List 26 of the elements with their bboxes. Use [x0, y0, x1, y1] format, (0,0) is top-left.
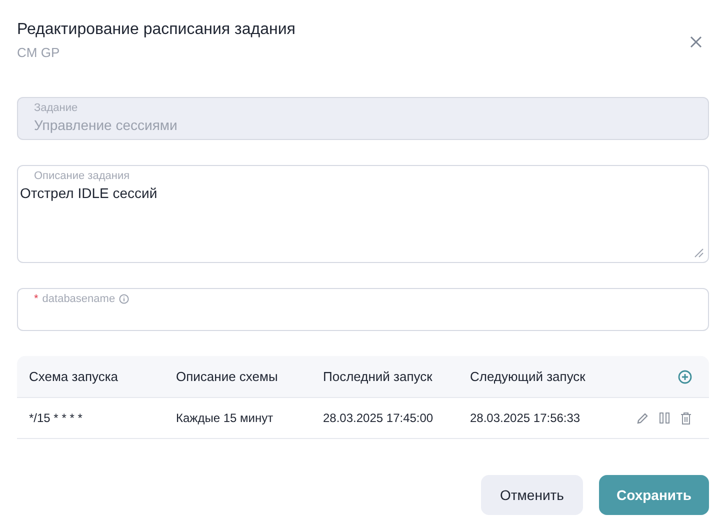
trash-icon[interactable]	[680, 412, 692, 424]
table-cell-text: 28.03.2025 17:56:33	[469, 411, 582, 425]
save-button[interactable]: Сохранить	[599, 475, 709, 515]
column-header: Описание схемы	[175, 369, 279, 384]
field-value: Отстрел IDLE сессий	[20, 185, 158, 201]
field-label: Задание	[34, 102, 78, 114]
field-label: Описание задания	[34, 170, 130, 182]
table-cell-text: */15 * * * *	[28, 411, 84, 425]
table-cell-text: 28.03.2025 17:45:00	[322, 411, 434, 425]
table-cell-text: Каждые 15 минут	[175, 411, 274, 425]
cancel-button[interactable]: Отменить	[481, 475, 583, 515]
field-value: Управление сессиями	[34, 117, 178, 133]
input-field[interactable]: * databasename	[17, 288, 709, 331]
required-mark: *	[34, 293, 38, 305]
column-header: Схема запуска	[28, 369, 120, 384]
column-header: Последний запуск	[322, 369, 434, 384]
column-header: Следующий запуск	[469, 369, 586, 384]
text-area[interactable]: Описание задания Отстрел IDLE сессий	[17, 165, 709, 263]
close-icon[interactable]	[690, 36, 702, 48]
dialog-subtitle: CM GP	[17, 45, 61, 60]
pause-icon[interactable]	[659, 412, 670, 424]
field-label: databasename	[42, 293, 116, 305]
dialog-title: Редактирование расписания задания	[17, 21, 296, 39]
pencil-icon[interactable]	[636, 412, 649, 424]
add-icon[interactable]	[678, 370, 692, 384]
resize-handle-icon[interactable]	[694, 248, 704, 258]
